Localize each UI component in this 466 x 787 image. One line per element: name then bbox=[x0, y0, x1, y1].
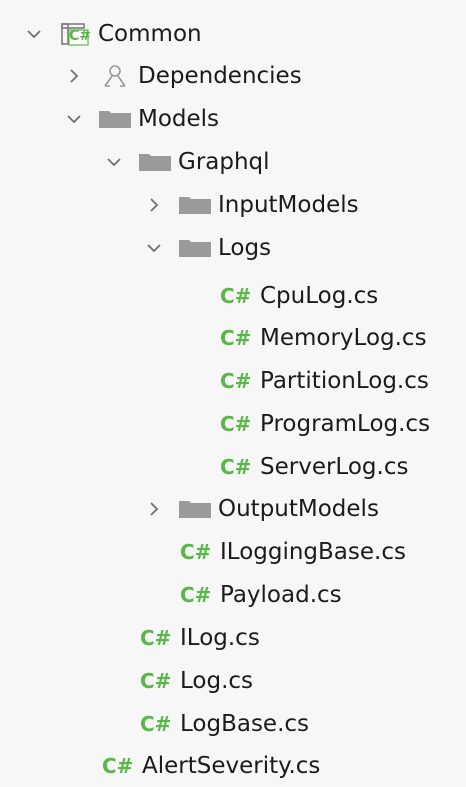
csharp-file-icon: C# bbox=[220, 284, 252, 308]
tree-item-label: OutputModels bbox=[218, 495, 379, 522]
tree-item-common[interactable]: C# Common bbox=[0, 14, 466, 54]
csharp-file-icon: C# bbox=[220, 369, 252, 393]
chevron-right-icon[interactable] bbox=[146, 197, 162, 213]
csharp-file-icon: C# bbox=[220, 455, 252, 479]
tree-item-label: MemoryLog.cs bbox=[260, 324, 427, 351]
tree-item-label: CpuLog.cs bbox=[260, 282, 379, 309]
tree-item-payload[interactable]: C# Payload.cs bbox=[0, 575, 466, 615]
dependencies-icon bbox=[98, 63, 132, 89]
tree-item-label: Payload.cs bbox=[220, 581, 342, 608]
tree-item-memorylog[interactable]: C# MemoryLog.cs bbox=[0, 318, 466, 358]
folder-icon bbox=[178, 499, 212, 519]
tree-item-label: ILoggingBase.cs bbox=[220, 538, 406, 565]
tree-item-label: LogBase.cs bbox=[180, 710, 310, 737]
tree-item-label: Common bbox=[98, 20, 202, 47]
tree-item-log[interactable]: C# Log.cs bbox=[0, 661, 466, 701]
chevron-down-icon[interactable] bbox=[146, 240, 162, 256]
tree-item-outputmodels[interactable]: OutputModels bbox=[0, 489, 466, 529]
csharp-file-icon: C# bbox=[180, 583, 212, 607]
tree-item-label: Logs bbox=[218, 234, 272, 261]
tree-item-label: Dependencies bbox=[138, 62, 302, 89]
tree-item-serverlog[interactable]: C# ServerLog.cs bbox=[0, 447, 466, 487]
csharp-file-icon: C# bbox=[140, 669, 172, 693]
tree-item-graphql[interactable]: Graphql bbox=[0, 142, 466, 182]
tree-item-models[interactable]: Models bbox=[0, 99, 466, 139]
tree-item-label: ProgramLog.cs bbox=[260, 410, 431, 437]
tree-item-logbase[interactable]: C# LogBase.cs bbox=[0, 704, 466, 744]
tree-item-label: ServerLog.cs bbox=[260, 453, 409, 480]
tree-item-partitionlog[interactable]: C# PartitionLog.cs bbox=[0, 361, 466, 401]
chevron-right-icon[interactable] bbox=[146, 501, 162, 517]
tree-item-iloggingbase[interactable]: C# ILoggingBase.cs bbox=[0, 532, 466, 572]
csharp-file-icon: C# bbox=[180, 540, 212, 564]
tree-item-alertseverity[interactable]: C# AlertSeverity.cs bbox=[0, 746, 466, 786]
tree-item-label: Models bbox=[138, 105, 220, 132]
chevron-down-icon[interactable] bbox=[26, 26, 42, 42]
tree-item-dependencies[interactable]: Dependencies bbox=[0, 56, 466, 96]
tree-item-label: InputModels bbox=[218, 191, 359, 218]
chevron-down-icon[interactable] bbox=[106, 154, 122, 170]
folder-icon bbox=[178, 195, 212, 215]
folder-icon bbox=[98, 109, 132, 129]
folder-icon bbox=[178, 238, 212, 258]
tree-item-label: ILog.cs bbox=[180, 624, 260, 651]
tree-item-label: PartitionLog.cs bbox=[260, 367, 429, 394]
chevron-right-icon[interactable] bbox=[66, 68, 82, 84]
csharp-file-icon: C# bbox=[140, 712, 172, 736]
csharp-file-icon: C# bbox=[102, 754, 134, 778]
folder-icon bbox=[138, 152, 172, 172]
tree-item-label: Graphql bbox=[178, 148, 270, 175]
csharp-file-icon: C# bbox=[220, 412, 252, 436]
project-badge: C# bbox=[69, 28, 92, 44]
tree-item-ilog[interactable]: C# ILog.cs bbox=[0, 618, 466, 658]
solution-explorer-tree: C# Common Dependencies Models Graphql In… bbox=[0, 0, 466, 787]
tree-item-label: Log.cs bbox=[180, 667, 254, 694]
tree-item-label: AlertSeverity.cs bbox=[142, 752, 321, 779]
chevron-down-icon[interactable] bbox=[66, 111, 82, 127]
csharp-file-icon: C# bbox=[140, 626, 172, 650]
csharp-project-icon: C# bbox=[58, 20, 92, 48]
tree-item-programlog[interactable]: C# ProgramLog.cs bbox=[0, 404, 466, 444]
tree-item-cpulog[interactable]: C# CpuLog.cs bbox=[0, 276, 466, 316]
tree-item-logs[interactable]: Logs bbox=[0, 228, 466, 268]
tree-item-inputmodels[interactable]: InputModels bbox=[0, 185, 466, 225]
csharp-file-icon: C# bbox=[220, 326, 252, 350]
